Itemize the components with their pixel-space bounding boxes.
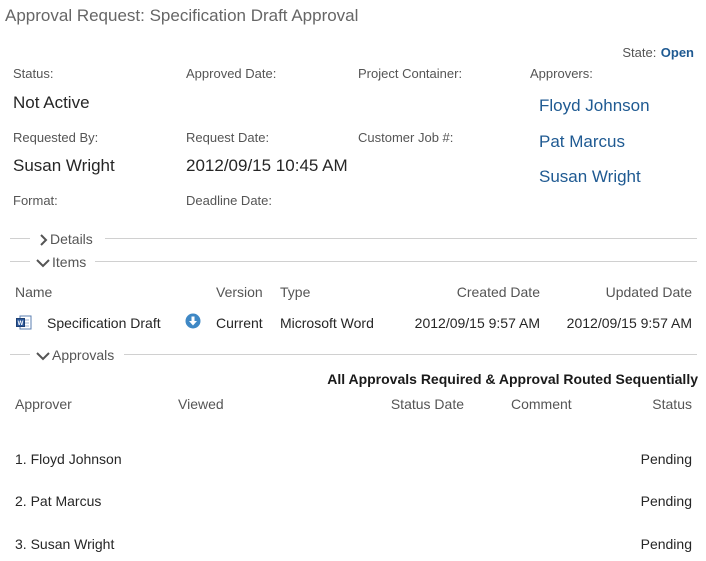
approvals-header-approver: Approver <box>15 396 72 412</box>
item-updated-date: 2012/09/15 9:57 AM <box>566 315 692 331</box>
approved-date-label: Approved Date: <box>186 66 277 81</box>
customer-job-label: Customer Job #: <box>358 130 454 145</box>
divider <box>10 261 30 262</box>
approvals-header-status: Status <box>652 396 692 412</box>
download-icon[interactable] <box>185 313 201 329</box>
section-toggle-details[interactable]: Details <box>38 231 93 247</box>
approval-approver-link[interactable]: 2. Pat Marcus <box>15 493 101 509</box>
deadline-date-label: Deadline Date: <box>186 193 272 208</box>
request-date-label: Request Date: <box>186 130 270 145</box>
section-label-approvals: Approvals <box>52 347 115 363</box>
status-label: Status: <box>13 66 54 81</box>
state-label: State: <box>622 45 657 60</box>
items-header-name: Name <box>15 284 53 300</box>
items-header-type: Type <box>280 284 311 300</box>
requested-by-label: Requested By: <box>13 130 99 145</box>
items-header-created-date: Created Date <box>456 284 540 300</box>
items-header-updated-date: Updated Date <box>605 284 692 300</box>
page-title: Approval Request: Specification Draft Ap… <box>5 6 359 25</box>
approval-approver-link[interactable]: 3. Susan Wright <box>15 536 114 552</box>
approver-link-pat-marcus[interactable]: Pat Marcus <box>539 132 625 152</box>
section-toggle-items[interactable]: Items <box>36 254 86 270</box>
divider <box>105 238 697 239</box>
approver-link-floyd-johnson[interactable]: Floyd Johnson <box>539 96 650 116</box>
word-document-icon: W <box>16 315 32 330</box>
item-created-date: 2012/09/15 9:57 AM <box>414 315 540 331</box>
state-indicator: State: Open <box>622 44 694 62</box>
approval-status: Pending <box>640 493 692 509</box>
project-container-label: Project Container: <box>358 66 463 81</box>
approvals-header-viewed: Viewed <box>178 396 224 412</box>
approval-status: Pending <box>640 536 692 552</box>
chevron-down-icon <box>36 352 50 361</box>
approval-requirement: All Approvals Required & Approval Routed… <box>327 371 698 387</box>
item-version: Current <box>216 315 263 331</box>
approvers-label: Approvers: <box>530 66 593 81</box>
section-label-details: Details <box>50 231 93 247</box>
item-type: Microsoft Word <box>280 315 374 331</box>
items-header-version: Version <box>216 284 263 300</box>
state-value: Open <box>660 45 694 60</box>
approvals-header-status-date: Status Date <box>390 396 464 412</box>
approver-link-susan-wright[interactable]: Susan Wright <box>539 167 641 187</box>
divider <box>10 354 30 355</box>
chevron-right-icon <box>40 234 48 247</box>
approvals-header-comment: Comment <box>511 396 572 412</box>
svg-text:W: W <box>18 321 24 327</box>
divider <box>124 354 697 355</box>
section-label-items: Items <box>52 254 87 270</box>
item-link-specification-draft[interactable]: Specification Draft <box>47 315 161 331</box>
section-toggle-approvals[interactable]: Approvals <box>36 347 114 363</box>
divider <box>10 238 30 239</box>
request-date-value: 2012/09/15 10:45 AM <box>186 156 348 175</box>
format-label: Format: <box>13 193 58 208</box>
status-value: Not Active <box>13 93 90 112</box>
approval-approver-link[interactable]: 1. Floyd Johnson <box>15 451 122 467</box>
divider <box>95 261 697 262</box>
chevron-down-icon <box>36 259 50 268</box>
approval-status: Pending <box>640 451 692 467</box>
requested-by-value: Susan Wright <box>13 156 115 175</box>
